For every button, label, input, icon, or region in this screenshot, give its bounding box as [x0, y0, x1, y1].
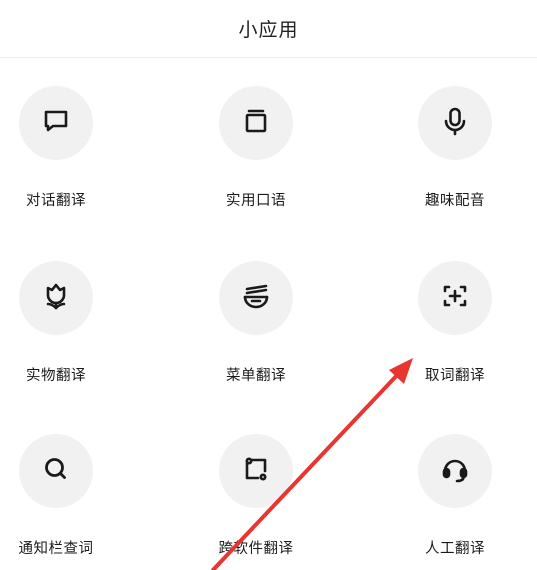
app-icon-circle — [418, 261, 492, 335]
app-practical-speech[interactable]: 实用口语 — [186, 86, 326, 246]
page-title: 小应用 — [238, 19, 299, 41]
app-label: 对话翻译 — [26, 193, 86, 209]
app-human-translation[interactable]: 人工翻译 — [385, 434, 525, 570]
app-label: 实物翻译 — [26, 368, 86, 384]
app-icon-circle — [19, 86, 93, 160]
search-icon — [39, 452, 73, 490]
app-cross-app-translation[interactable]: 跨软件翻译 — [186, 434, 326, 570]
app-icon-circle — [219, 434, 293, 508]
app-notification-lookup[interactable]: 通知栏查词 — [0, 434, 126, 570]
app-word-capture-translation[interactable]: 取词翻译 — [385, 261, 525, 421]
app-object-translation[interactable]: 实物翻译 — [0, 261, 126, 421]
app-label: 趣味配音 — [425, 193, 485, 209]
app-label: 跨软件翻译 — [218, 541, 294, 557]
cards-stack-icon — [239, 104, 273, 142]
header-bar: 小应用 — [0, 0, 537, 58]
app-icon-circle — [418, 434, 492, 508]
app-fun-dubbing[interactable]: 趣味配音 — [385, 86, 525, 246]
noodle-bowl-icon — [239, 279, 273, 317]
chat-bubble-icon — [39, 104, 73, 142]
cross-app-icon — [239, 452, 273, 490]
scan-plus-icon — [438, 279, 472, 317]
app-label: 通知栏查词 — [18, 541, 94, 557]
app-icon-circle — [19, 261, 93, 335]
flower-icon — [39, 279, 73, 317]
app-label: 菜单翻译 — [226, 368, 286, 384]
app-label: 取词翻译 — [425, 368, 485, 384]
app-label: 实用口语 — [226, 193, 286, 209]
headset-icon — [438, 452, 472, 490]
app-dialogue-translation[interactable]: 对话翻译 — [0, 86, 126, 246]
app-icon-circle — [19, 434, 93, 508]
app-icon-circle — [219, 86, 293, 160]
app-icon-circle — [219, 261, 293, 335]
microphone-icon — [438, 104, 472, 142]
app-icon-circle — [418, 86, 492, 160]
app-label: 人工翻译 — [425, 541, 485, 557]
app-menu-translation[interactable]: 菜单翻译 — [186, 261, 326, 421]
